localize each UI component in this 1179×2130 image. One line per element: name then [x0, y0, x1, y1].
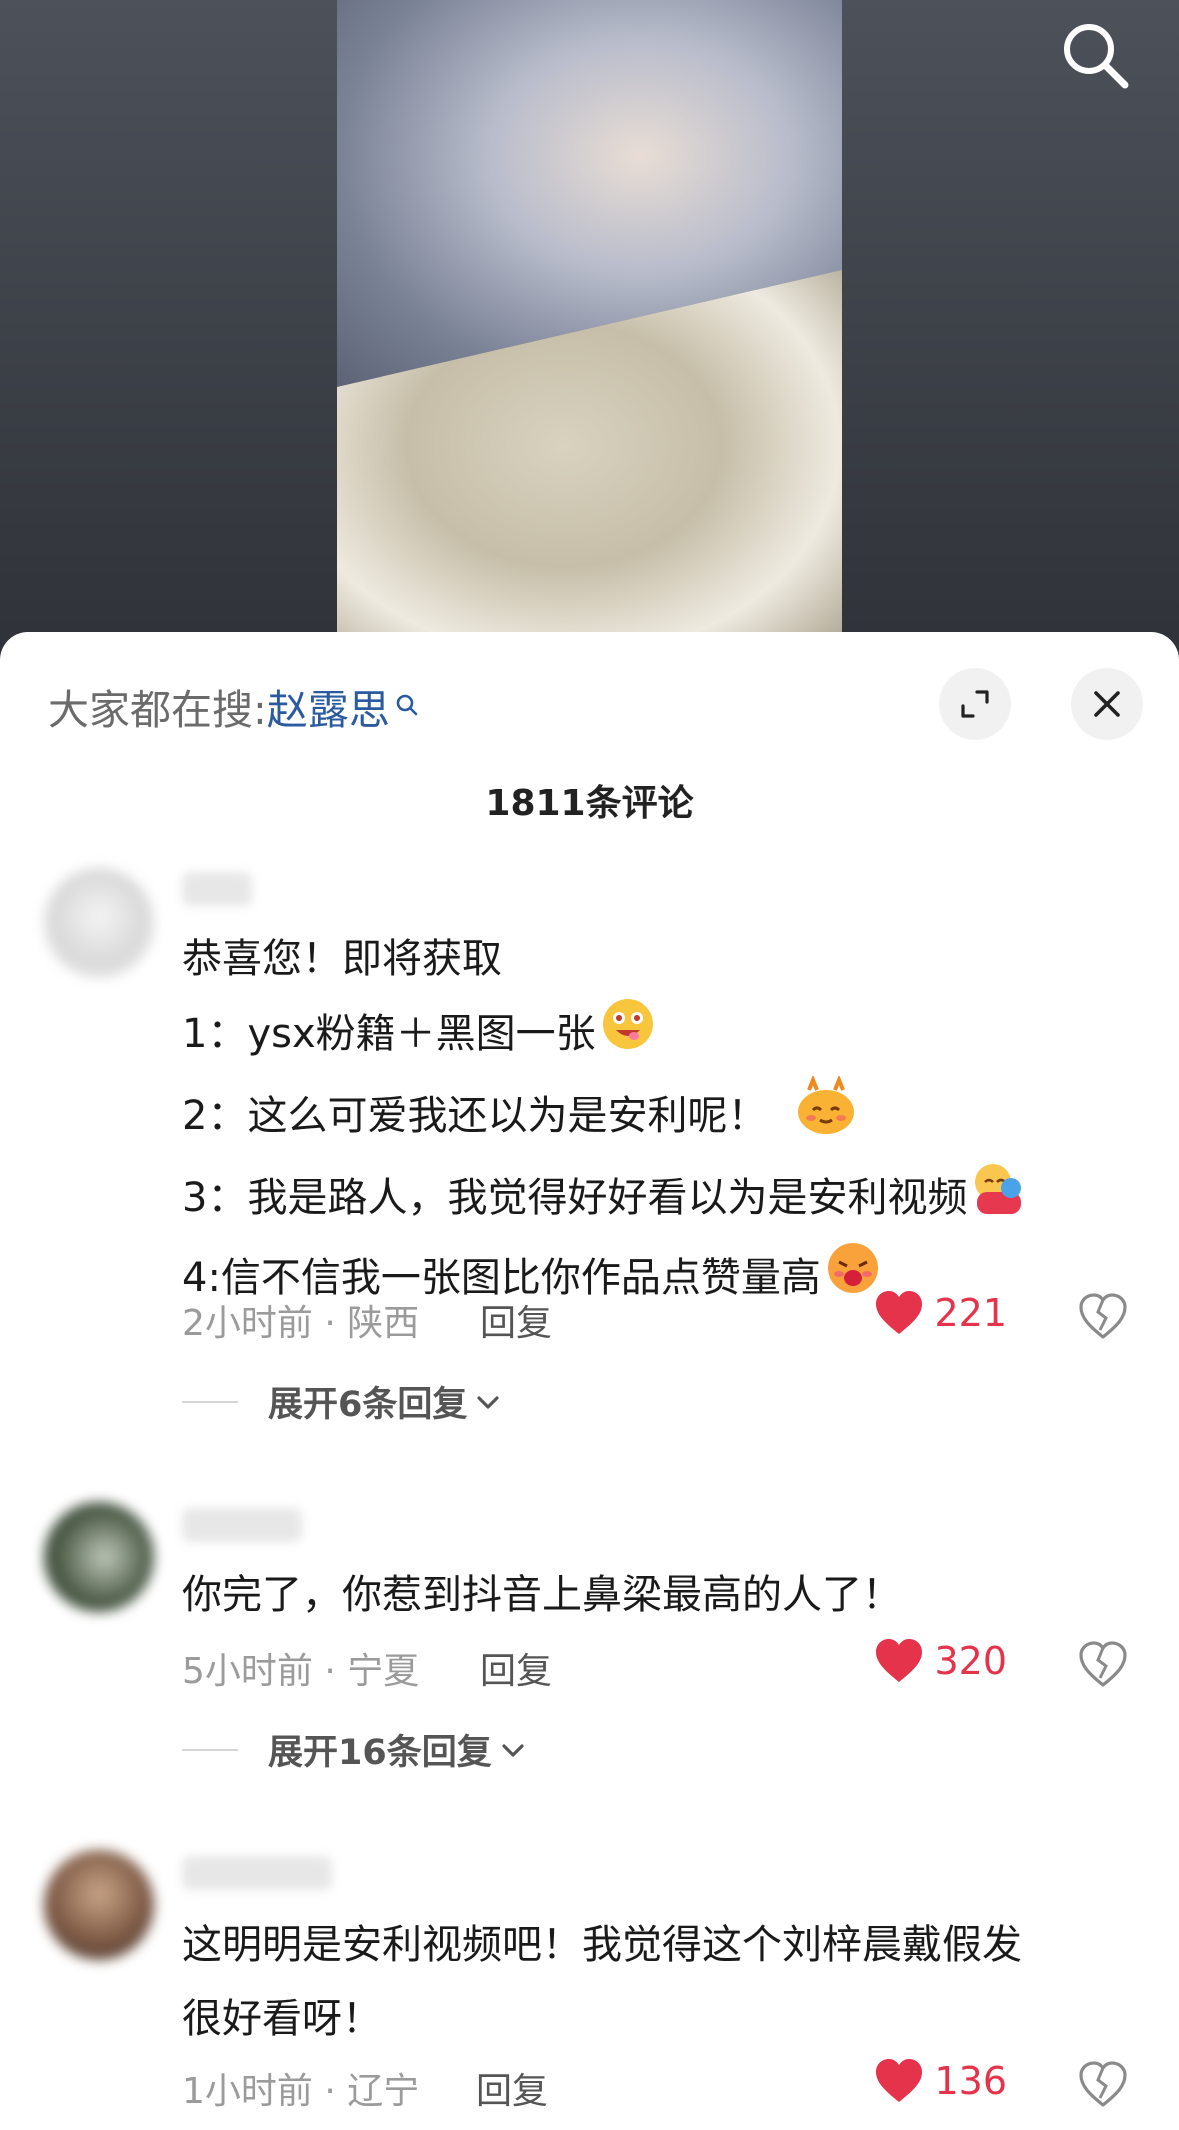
video-background: [0, 0, 1179, 660]
broken-heart-icon: [1079, 1641, 1127, 1687]
broken-heart-icon: [1079, 1293, 1127, 1339]
expand-icon: [961, 690, 989, 718]
trending-search-keyword[interactable]: 赵露思: [267, 686, 390, 734]
comment-line: 1：ysx粉籍＋黑图一张: [182, 1011, 596, 1057]
reply-button[interactable]: 回复: [480, 1642, 552, 1694]
username-blurred[interactable]: [182, 872, 252, 906]
comment-text: 这明明是安利视频吧！我觉得这个刘梓晨戴假发 很好看呀！: [182, 1908, 1122, 2056]
comment-meta: 5小时前 · 宁夏: [182, 1651, 420, 1692]
like-count: 221: [934, 1291, 1007, 1335]
avatar[interactable]: [44, 868, 154, 978]
comment-text: 恭喜您！即将获取 1：ysx粉籍＋黑图一张 2：这么可爱我还以为是安利呢！ 3：…: [182, 922, 1122, 1320]
divider: [182, 1400, 238, 1403]
avatar[interactable]: [44, 1502, 154, 1612]
heart-icon: [876, 2059, 923, 2102]
comment-line: 恭喜您！即将获取: [182, 936, 502, 982]
chevron-down-icon: [477, 1395, 499, 1409]
trending-search-hint[interactable]: 大家都在搜:赵露思: [48, 676, 420, 736]
dislike-button[interactable]: [1078, 2060, 1128, 2110]
heart-icon: [876, 1291, 923, 1334]
close-button[interactable]: [1071, 668, 1143, 740]
close-icon: [1094, 691, 1120, 717]
broken-heart-icon: [1079, 2061, 1127, 2107]
avatar[interactable]: [44, 1850, 154, 1960]
reply-button[interactable]: 回复: [476, 2062, 548, 2114]
expand-replies-label: 展开6条回复: [268, 1385, 468, 1425]
star-eyes-emoji-icon: [600, 996, 656, 1076]
search-icon[interactable]: [1055, 15, 1135, 95]
like-button[interactable]: 136: [874, 2058, 1007, 2104]
video-thumbnail[interactable]: [337, 0, 842, 660]
comment-meta: 2小时前 · 陕西: [182, 1303, 420, 1344]
username-blurred[interactable]: [182, 1856, 332, 1890]
comment-count: 1811条评论: [485, 783, 694, 824]
heart-icon: [876, 1639, 923, 1682]
blushing-sun-emoji-icon: [791, 1074, 861, 1160]
comment-line: 很好看呀！: [182, 1996, 382, 2042]
comment-line: 这明明是安利视频吧！我觉得这个刘梓晨戴假发: [182, 1922, 1022, 1968]
divider: [182, 1748, 238, 1751]
kiss-emoji-icon: [825, 1240, 881, 1320]
username-blurred[interactable]: [182, 1508, 302, 1542]
hug-emoji-icon: [971, 1160, 1027, 1240]
small-search-icon: [394, 680, 420, 728]
comment-line: 2：这么可爱我还以为是安利呢！: [182, 1093, 768, 1139]
reply-button[interactable]: 回复: [480, 1294, 552, 1346]
comments-sheet: 大家都在搜:赵露思 1811条评论 恭喜您！即将获取 1：ysx粉籍＋黑图一张: [0, 632, 1179, 2130]
dislike-button[interactable]: [1078, 1640, 1128, 1690]
dislike-button[interactable]: [1078, 1292, 1128, 1342]
expand-replies-button[interactable]: 展开16条回复: [182, 1724, 528, 1775]
comment-line: 3：我是路人，我觉得好好看以为是安利视频: [182, 1175, 968, 1221]
like-button[interactable]: 320: [874, 1638, 1007, 1684]
comment-line: 你完了，你惹到抖音上鼻梁最高的人了！: [182, 1572, 902, 1618]
expand-replies-label: 展开16条回复: [268, 1733, 492, 1773]
like-count: 136: [934, 2059, 1007, 2103]
expand-replies-button[interactable]: 展开6条回复: [182, 1376, 503, 1427]
comment-meta: 1小时前 · 辽宁: [182, 2071, 420, 2112]
comment-text: 你完了，你惹到抖音上鼻梁最高的人了！: [182, 1558, 1122, 1632]
expand-button[interactable]: [939, 668, 1011, 740]
trending-search-label: 大家都在搜:: [48, 686, 267, 734]
like-count: 320: [934, 1639, 1007, 1683]
chevron-down-icon: [502, 1743, 524, 1757]
like-button[interactable]: 221: [874, 1290, 1007, 1336]
